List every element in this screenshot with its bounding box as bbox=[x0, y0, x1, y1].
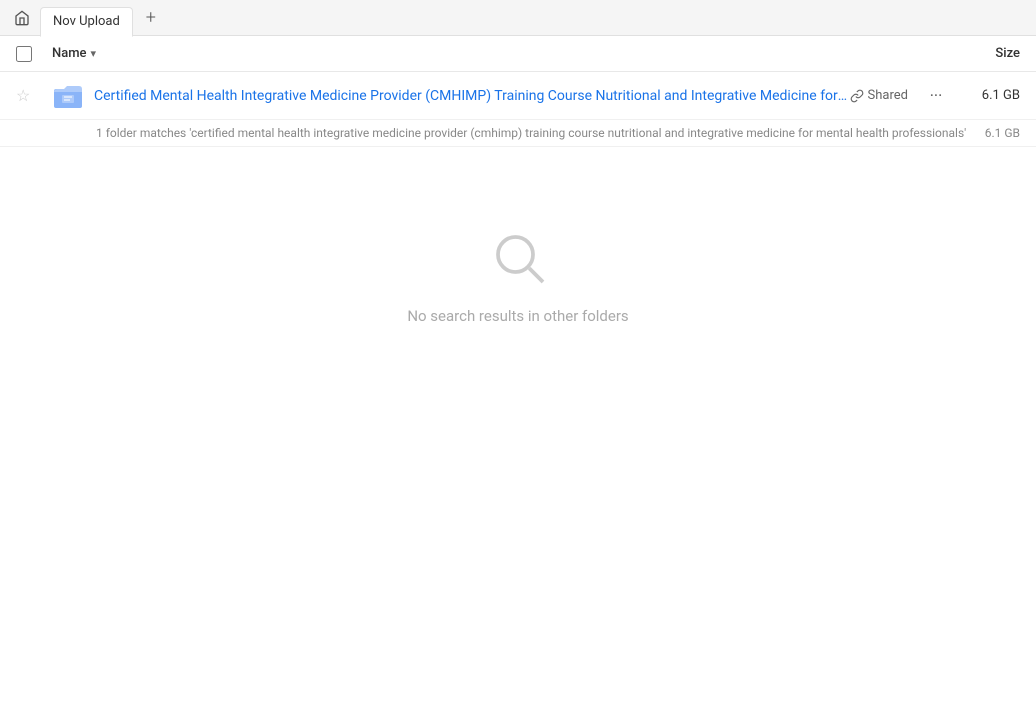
name-column-header[interactable]: Name ▾ bbox=[52, 46, 940, 61]
tab-nov-upload[interactable]: Nov Upload bbox=[40, 7, 133, 37]
add-tab-button[interactable]: + bbox=[137, 4, 165, 32]
star-icon[interactable]: ☆ bbox=[16, 86, 30, 105]
home-button[interactable] bbox=[8, 4, 36, 32]
match-size: 6.1 GB bbox=[985, 126, 1020, 140]
folder-icon bbox=[54, 84, 82, 108]
link-icon bbox=[850, 89, 864, 103]
name-sort-icon: ▾ bbox=[91, 47, 97, 60]
match-text: 1 folder matches 'certified mental healt… bbox=[96, 126, 985, 140]
tab-bar: Nov Upload + bbox=[0, 0, 1036, 36]
file-size: 6.1 GB bbox=[960, 88, 1020, 103]
empty-state: No search results in other folders bbox=[0, 147, 1036, 405]
more-options-button[interactable]: ··· bbox=[920, 80, 952, 112]
file-row[interactable]: ☆ Certified Mental Health Integrative Me… bbox=[0, 72, 1036, 120]
empty-search-icon bbox=[488, 227, 548, 291]
size-column-header: Size bbox=[940, 46, 1020, 61]
row-checkbox-col: ☆ bbox=[16, 86, 52, 105]
select-all-checkbox[interactable] bbox=[16, 46, 32, 62]
folder-icon-wrap bbox=[52, 80, 84, 112]
match-info-row: 1 folder matches 'certified mental healt… bbox=[0, 120, 1036, 147]
empty-state-text: No search results in other folders bbox=[407, 307, 628, 325]
file-name[interactable]: Certified Mental Health Integrative Medi… bbox=[94, 88, 850, 104]
table-header: Name ▾ Size bbox=[0, 36, 1036, 72]
shared-badge[interactable]: Shared bbox=[850, 88, 908, 103]
header-checkbox-col bbox=[16, 46, 52, 62]
